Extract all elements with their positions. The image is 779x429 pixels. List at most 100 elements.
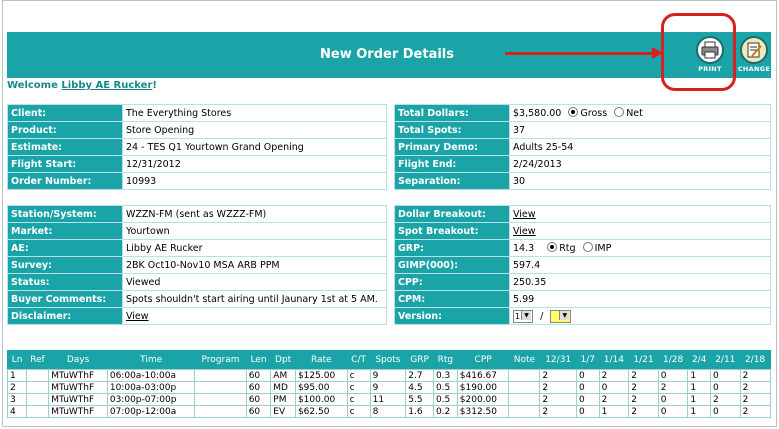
chevron-down-icon: ▼ [559, 310, 570, 320]
spot-breakout-view-link[interactable]: View [513, 226, 536, 237]
station-info-right: Dollar Breakout: View Spot Breakout: View … [394, 205, 771, 325]
gimp-label: GIMP(000): [394, 256, 510, 274]
net-radio[interactable] [614, 107, 625, 117]
table-cell: c [346, 405, 371, 418]
table-cell [194, 369, 247, 382]
product-row: Product: Store Opening [7, 121, 387, 139]
imp-radio[interactable] [582, 242, 593, 252]
change-button[interactable]: CHANGE [735, 36, 773, 78]
survey-value: 2BK Oct10-Nov10 MSA ARB PPM [122, 256, 387, 274]
table-cell: 2 [710, 393, 741, 406]
rtg-radio-label: Rtg [559, 243, 576, 254]
gross-radio-label: Gross [580, 108, 608, 119]
table-cell: 2 [539, 381, 577, 394]
table-cell: 5.5 [405, 393, 434, 406]
table-body: 1 MTuWThF 06:00a-10:00a 60 AM $125.00 c 9 2.7 0.3… [7, 369, 772, 418]
table-cell: 0 [710, 369, 741, 382]
estimate-label: Estimate: [7, 138, 123, 156]
table-cell: 11 [369, 393, 407, 406]
market-row: Market: Yourtown [7, 222, 387, 240]
table-cell: 9 [369, 381, 407, 394]
table-cell: 0 [575, 393, 600, 406]
table-cell: c [346, 393, 371, 406]
order-number-value: 10993 [122, 172, 387, 190]
table-cell: 1.6 [405, 405, 434, 418]
table-cell: 2 [739, 369, 772, 382]
column-header: CPP [457, 350, 509, 370]
table-cell: $190.00 [456, 381, 510, 394]
column-header: Ref [26, 350, 49, 370]
estimate-value: 24 - TES Q1 Yourtown Grand Opening [122, 138, 387, 156]
table-cell: 1 [687, 393, 711, 406]
table-cell: 1 [598, 405, 630, 418]
grp-row: GRP: 14.3 Rtg IMP [394, 239, 771, 257]
column-header: Rate [295, 350, 348, 370]
version-select-value: 1 [515, 311, 521, 321]
version-select[interactable]: 1 ▼ [513, 309, 534, 323]
gross-radio[interactable] [568, 107, 579, 117]
grp-value: 14.3 [513, 243, 535, 254]
table-cell: MTuWThF [48, 405, 108, 418]
dollar-breakout-view-link[interactable]: View [513, 209, 536, 220]
table-cell: 9 [369, 369, 407, 382]
gimp-value: 597.4 [509, 256, 771, 274]
station-value: WZZN-FM (sent as WZZZ-FM) [122, 205, 387, 223]
primary-demo-label: Primary Demo: [394, 138, 510, 156]
total-dollars-value: $3,580.00 [513, 108, 562, 119]
welcome-user-link[interactable]: Libby AE Rucker [61, 80, 152, 91]
separation-value: 30 [509, 172, 771, 190]
table-cell [508, 405, 541, 418]
table-cell: 2.7 [405, 369, 434, 382]
table-cell: 1 [7, 369, 27, 382]
table-cell: 0 [575, 381, 600, 394]
total-dollars-row: Total Dollars: $3,580.00 Gross Net [394, 104, 771, 122]
version-compare-select[interactable]: ▼ [550, 309, 572, 323]
column-header: Note [508, 350, 540, 370]
column-header: Rtg [433, 350, 458, 370]
ae-label: AE: [7, 239, 123, 257]
table-cell: 60 [245, 405, 272, 418]
table-cell: $125.00 [294, 369, 348, 382]
table-cell: 07:00p-12:00a [106, 405, 196, 418]
market-value: Yourtown [122, 222, 387, 240]
version-row: Version: 1 ▼ / ▼ [394, 307, 771, 325]
table-cell: 0.5 [432, 393, 458, 406]
table-cell: 06:00a-10:00a [106, 369, 196, 382]
table-cell: 0 [710, 405, 741, 418]
table-cell: 0 [657, 369, 689, 382]
column-header: 2/4 [687, 350, 711, 370]
table-cell: 03:00p-07:00p [106, 393, 196, 406]
column-header: GRP [405, 350, 434, 370]
order-info-left: Client: The Everything Stores Product: Sto… [7, 104, 387, 190]
disclaimer-view-link[interactable]: View [126, 311, 149, 322]
spot-breakout-cell: View [509, 222, 771, 240]
table-cell: 4 [7, 405, 27, 418]
table-cell: $95.00 [294, 381, 348, 394]
dollar-breakout-cell: View [509, 205, 771, 223]
station-info-left: Station/System: WZZN-FM (sent as WZZZ-FM)… [7, 205, 387, 325]
table-cell: 1 [687, 381, 711, 394]
table-cell: c [346, 369, 371, 382]
column-header: 1/28 [658, 350, 688, 370]
column-header: 12/31 [539, 350, 577, 370]
column-header: Ln [7, 350, 27, 370]
table-cell [25, 405, 50, 418]
table-cell: $100.00 [294, 393, 348, 406]
client-value: The Everything Stores [122, 104, 387, 122]
cpm-label: CPM: [394, 290, 510, 308]
column-header: Spots [370, 350, 406, 370]
table-cell [25, 381, 50, 394]
rtg-radio[interactable] [547, 242, 558, 252]
welcome-suffix: ! [152, 80, 157, 91]
table-cell: 0 [575, 405, 600, 418]
survey-label: Survey: [7, 256, 123, 274]
cpm-row: CPM: 5.99 [394, 290, 771, 308]
table-cell [508, 369, 541, 382]
table-cell: MTuWThF [48, 393, 108, 406]
table-cell: 0.3 [432, 369, 458, 382]
station-row: Station/System: WZZN-FM (sent as WZZZ-FM) [7, 205, 387, 223]
table-row: 3 MTuWThF 03:00p-07:00p 60 PM $100.00 c 11 5.5 0.… [7, 393, 772, 406]
table-cell: 2 [628, 393, 659, 406]
buyer-comments-label: Buyer Comments: [7, 290, 123, 308]
table-cell: $62.50 [294, 405, 348, 418]
